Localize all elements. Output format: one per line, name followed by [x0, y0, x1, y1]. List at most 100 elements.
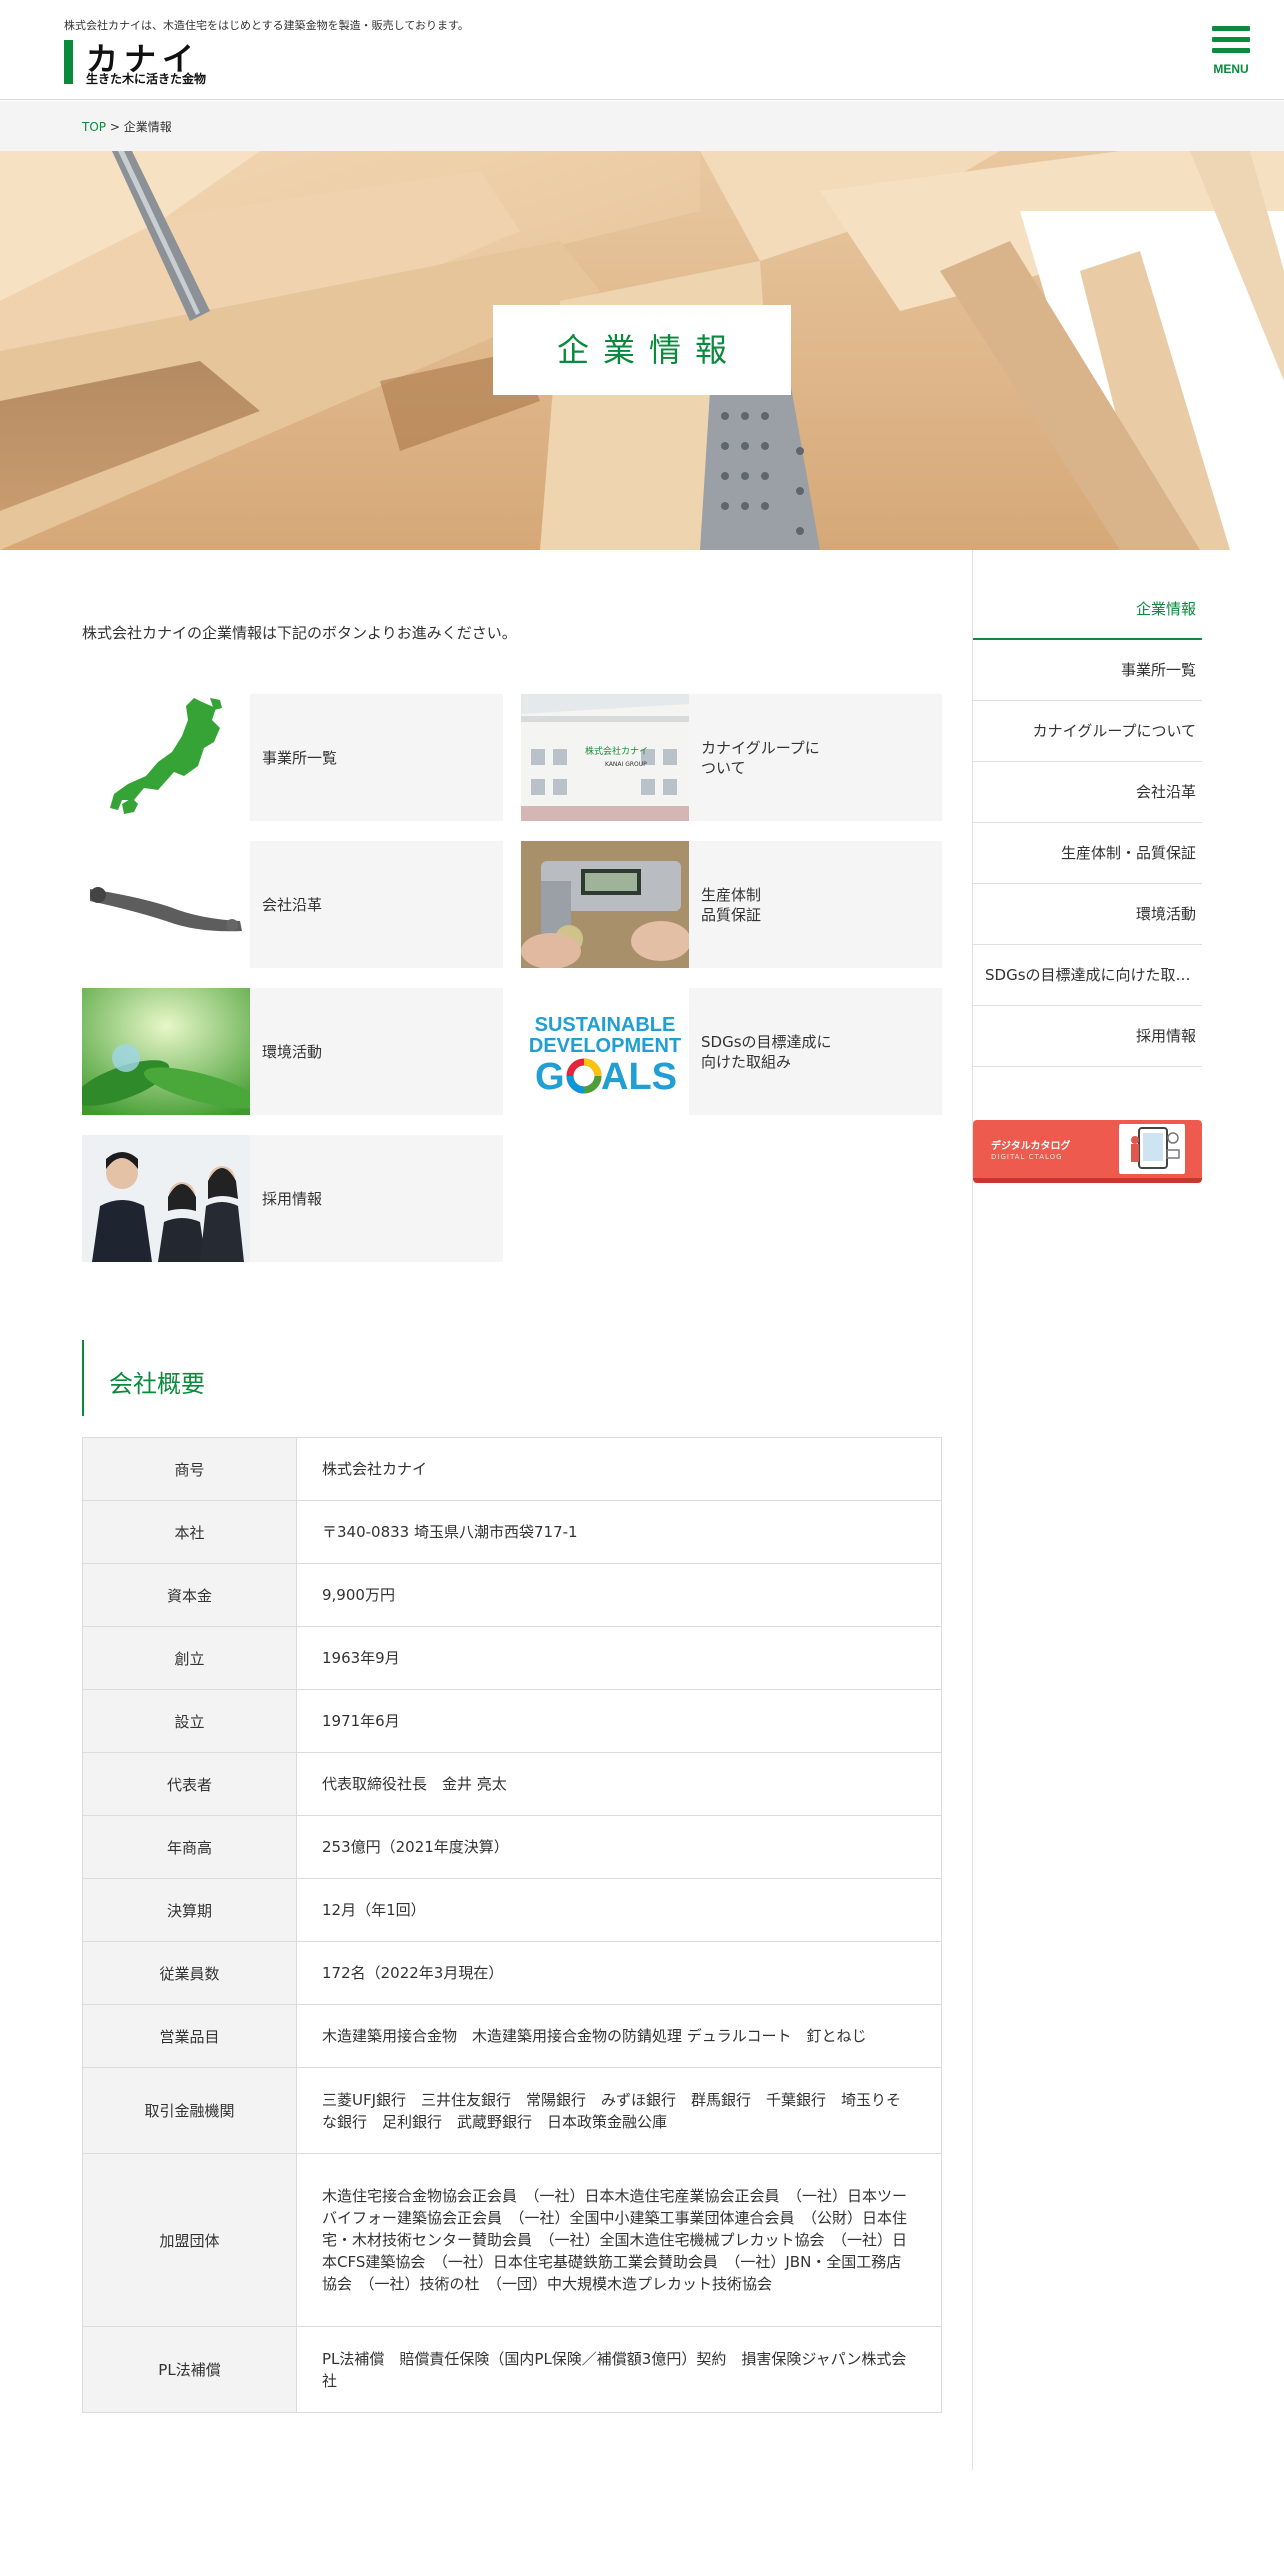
row-value: 172名（2022年3月現在） [296, 1941, 942, 2005]
catalog-title: デジタルカタログ [991, 1141, 1071, 1152]
breadcrumb-trail: TOP > 企業情報 [82, 118, 172, 135]
tablet-illustration-icon [1119, 1124, 1185, 1174]
card-history[interactable]: 会社沿革 [82, 841, 503, 968]
header-tagline: 株式会社カナイは、木造住宅をはじめとする建築金物を製造・販売しております。 [64, 19, 469, 32]
card-label: 事業所一覧 [262, 748, 338, 767]
section-heading: 会社概要 [82, 1340, 942, 1416]
breadcrumb: TOP > 企業情報 [0, 101, 1284, 151]
sidebar-item-sdgs[interactable]: SDGsの目標達成に向けた取組み [973, 945, 1202, 1006]
digital-catalog-banner[interactable]: デジタルカタログ DIGITAL CTALOG [973, 1120, 1202, 1183]
building-sign-text: 株式会社カナイ [585, 745, 648, 757]
row-value: 9,900万円 [296, 1563, 942, 1627]
card-recruit[interactable]: 採用情報 [82, 1135, 503, 1262]
sidebar-item-company-info[interactable]: 企業情報 [973, 579, 1202, 640]
row-label: 商号 [82, 1437, 297, 1501]
page-title: 企業情報 [493, 305, 791, 395]
sdgs-goals-rest: ALS [601, 1056, 677, 1098]
intro-text: 株式会社カナイの企業情報は下記のボタンよりお進みください。 [82, 624, 517, 642]
table-row: 営業品目 木造建築用接合金物 木造建築用接合金物の防錆処理 デュラルコート 釘とね… [82, 2004, 942, 2068]
card-production[interactable]: 生産体制 品質保証 [521, 841, 942, 968]
site-logo[interactable]: カナイ 生きた木に活きた金物 [64, 40, 234, 86]
row-value: 1963年9月 [296, 1626, 942, 1690]
row-label: 従業員数 [82, 1941, 297, 2005]
row-value: 〒340-0833 埼玉県八潮市西袋717-1 [296, 1500, 942, 1564]
sdgs-line1: SUSTAINABLE [535, 1014, 676, 1036]
sidebar-item-production[interactable]: 生産体制・品質保証 [973, 823, 1202, 884]
table-row: 設立 1971年6月 [82, 1689, 942, 1753]
card-environment[interactable]: 環境活動 [82, 988, 503, 1115]
row-label: 取引金融機関 [82, 2067, 297, 2154]
hamburger-line [1212, 37, 1250, 42]
sdgs-wheel-icon [566, 1058, 602, 1094]
breadcrumb-separator: > [109, 120, 120, 134]
card-sdgs[interactable]: SUSTAINABLE DEVELOPMENT G ALS SDGsの目標達成に… [521, 988, 942, 1115]
logo-slogan: 生きた木に活きた金物 [86, 72, 207, 86]
table-row: 創立 1963年9月 [82, 1626, 942, 1690]
card-label: 採用情報 [262, 1189, 323, 1208]
card-label: 環境活動 [262, 1042, 323, 1061]
table-row: 決算期 12月（年1回） [82, 1878, 942, 1942]
row-value: 木造住宅接合金物協会正会員 （一社）日本木造住宅産業協会正会員 （一社）日本ツー… [296, 2153, 942, 2327]
row-label: 本社 [82, 1500, 297, 1564]
card-offices[interactable]: 事業所一覧 [82, 694, 503, 821]
breadcrumb-home-link[interactable]: TOP [82, 120, 106, 134]
sidebar-item-recruit[interactable]: 採用情報 [973, 1006, 1202, 1067]
sidebar-item-group[interactable]: カナイグループについて [973, 701, 1202, 762]
menu-label: MENU [1213, 62, 1249, 76]
site-header: 株式会社カナイは、木造住宅をはじめとする建築金物を製造・販売しております。 カナ… [0, 0, 1284, 100]
building-photo: 株式会社カナイ KANAI GROUP [521, 694, 689, 821]
row-value: 1971年6月 [296, 1689, 942, 1753]
hero-banner: 企業情報 [0, 151, 1284, 550]
logo-bar [64, 40, 73, 84]
row-label: 年商高 [82, 1815, 297, 1879]
leaf-photo [82, 988, 250, 1115]
table-row: PL法補償 PL法補償 賠償責任保険（国内PL保険／補償額3億円）契約 損害保険ジ… [82, 2326, 942, 2413]
row-label: 創立 [82, 1626, 297, 1690]
sdgs-logo: SUSTAINABLE DEVELOPMENT G ALS [521, 988, 689, 1115]
row-value: 代表取締役社長 金井 亮太 [296, 1752, 942, 1816]
row-label: PL法補償 [82, 2326, 297, 2413]
row-label: 決算期 [82, 1878, 297, 1942]
breadcrumb-current: 企業情報 [123, 120, 172, 134]
sidebar-nav: 企業情報 事業所一覧 カナイグループについて 会社沿革 生産体制・品質保証 環境… [973, 579, 1202, 1067]
table-row: 資本金 9,900万円 [82, 1563, 942, 1627]
row-label: 加盟団体 [82, 2153, 297, 2327]
row-value: 三菱UFJ銀行 三井住友銀行 常陽銀行 みずほ銀行 群馬銀行 千葉銀行 埼玉りそ… [296, 2067, 942, 2154]
row-value: PL法補償 賠償責任保険（国内PL保険／補償額3億円）契約 損害保険ジャパン株式… [296, 2326, 942, 2413]
catalog-subtitle: DIGITAL CTALOG [991, 1153, 1063, 1161]
sidebar-item-environment[interactable]: 環境活動 [973, 884, 1202, 945]
hardware-photo [82, 841, 250, 968]
section-title: 会社概要 [109, 1370, 205, 1398]
table-row: 取引金融機関 三菱UFJ銀行 三井住友銀行 常陽銀行 みずほ銀行 群馬銀行 千葉銀… [82, 2067, 942, 2154]
table-row: 代表者 代表取締役社長 金井 亮太 [82, 1752, 942, 1816]
card-label: SDGsの目標達成に 向けた取組み [701, 1032, 832, 1071]
sidebar-item-offices[interactable]: 事業所一覧 [973, 640, 1202, 701]
hamburger-line [1212, 48, 1250, 53]
sdgs-line2: DEVELOPMENT [529, 1035, 681, 1057]
sdgs-goals-g: G [535, 1056, 565, 1098]
row-value: 株式会社カナイ [296, 1437, 942, 1501]
row-label: 営業品目 [82, 2004, 297, 2068]
building-sign-sub: KANAI GROUP [605, 761, 647, 768]
table-row: 商号 株式会社カナイ [82, 1437, 942, 1501]
table-row: 本社 〒340-0833 埼玉県八潮市西袋717-1 [82, 1500, 942, 1564]
table-row: 年商高 253億円（2021年度決算） [82, 1815, 942, 1879]
card-label: 生産体制 品質保証 [701, 885, 762, 924]
card-label: 会社沿革 [262, 895, 323, 914]
table-row: 加盟団体 木造住宅接合金物協会正会員 （一社）日本木造住宅産業協会正会員 （一社）… [82, 2153, 942, 2327]
menu-button[interactable]: MENU [1210, 26, 1252, 78]
caliper-photo [521, 841, 689, 968]
row-value: 12月（年1回） [296, 1878, 942, 1942]
card-group[interactable]: 株式会社カナイ KANAI GROUP カナイグループに ついて [521, 694, 942, 821]
hamburger-icon [1212, 26, 1250, 31]
row-label: 代表者 [82, 1752, 297, 1816]
company-overview-table: 商号 株式会社カナイ 本社 〒340-0833 埼玉県八潮市西袋717-1 資本金 9… [82, 1437, 942, 2413]
row-label: 設立 [82, 1689, 297, 1753]
row-value: 木造建築用接合金物 木造建築用接合金物の防錆処理 デュラルコート 釘とねじ [296, 2004, 942, 2068]
row-value: 253億円（2021年度決算） [296, 1815, 942, 1879]
recruit-photo [82, 1135, 250, 1262]
row-label: 資本金 [82, 1563, 297, 1627]
sidebar-item-history[interactable]: 会社沿革 [973, 762, 1202, 823]
table-row: 従業員数 172名（2022年3月現在） [82, 1941, 942, 2005]
japan-map-icon [82, 694, 250, 821]
